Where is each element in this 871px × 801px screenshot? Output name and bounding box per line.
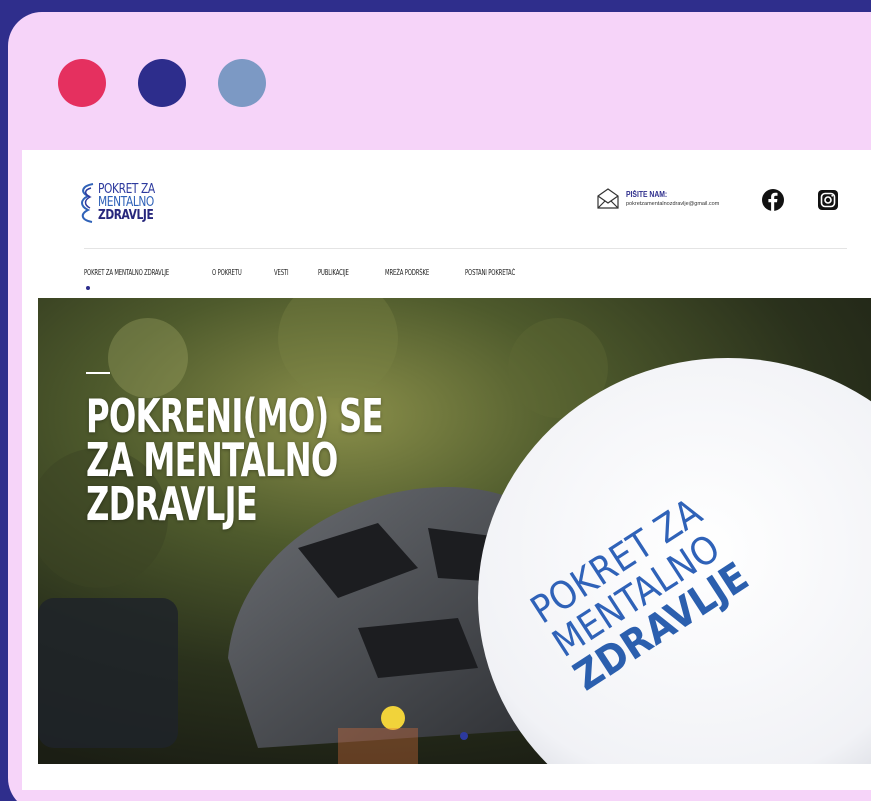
logo-wordmark: POKRET ZA MENTALNO ZDRAVLJE bbox=[98, 183, 155, 222]
contact-email-link[interactable]: PIŠITE NAM: pokretzamentalnozdravlje@gma… bbox=[596, 186, 719, 210]
contact-email: pokretzamentalnozdravlje@gmail.com bbox=[626, 200, 720, 207]
nav-active-indicator bbox=[86, 286, 90, 290]
nav-item-publications[interactable]: PUBLIKACIJE bbox=[318, 268, 352, 277]
envelope-icon bbox=[597, 188, 619, 209]
slider-indicator-dot[interactable] bbox=[460, 732, 468, 740]
nav-item-news[interactable]: VESTI bbox=[274, 268, 290, 277]
hero-title: POKRENI(MO) SE ZA MENTALNO ZDRAVLJE bbox=[86, 389, 384, 531]
minimize-window-button[interactable] bbox=[138, 59, 186, 107]
webpage: POKRET ZA MENTALNO ZDRAVLJE PIŠITE NAM: … bbox=[22, 150, 871, 790]
hero-title-line-2: ZA MENTALNO bbox=[86, 433, 338, 487]
contact-text: PIŠITE NAM: pokretzamentalnozdravlje@gma… bbox=[626, 190, 719, 207]
hero-banner: POKRET ZA MENTALNO ZDRAVLJE POKRENI(MO) … bbox=[38, 298, 871, 764]
header-divider bbox=[84, 248, 847, 249]
nav-item-support-network[interactable]: MREŽA PODRŠKE bbox=[385, 268, 429, 277]
window-controls bbox=[58, 59, 266, 107]
instagram-icon[interactable] bbox=[818, 190, 838, 210]
browser-window-frame: POKRET ZA MENTALNO ZDRAVLJE PIŠITE NAM: … bbox=[8, 12, 871, 801]
hero-title-line-3: ZDRAVLJE bbox=[86, 477, 258, 531]
nav-item-home[interactable]: POKRET ZA MENTALNO ZDRAVLJE bbox=[84, 268, 169, 277]
site-logo[interactable]: POKRET ZA MENTALNO ZDRAVLJE bbox=[78, 178, 167, 226]
logo-line-3: ZDRAVLJE bbox=[98, 207, 154, 223]
hero-photo: POKRET ZA MENTALNO ZDRAVLJE bbox=[38, 298, 871, 764]
nav-item-about[interactable]: O POKRETU bbox=[212, 268, 242, 277]
close-window-button[interactable] bbox=[58, 59, 106, 107]
hero-dash bbox=[86, 372, 110, 374]
wave-logo-icon bbox=[81, 183, 94, 223]
contact-label: PIŠITE NAM: bbox=[626, 189, 668, 199]
maximize-window-button[interactable] bbox=[218, 59, 266, 107]
hero-title-line-1: POKRENI(MO) SE bbox=[86, 389, 384, 443]
nav-item-become-member[interactable]: POSTANI POKRETAČ bbox=[465, 268, 517, 277]
main-navigation: POKRET ZA MENTALNO ZDRAVLJE O POKRETU VE… bbox=[84, 268, 532, 277]
facebook-icon[interactable] bbox=[762, 189, 784, 211]
